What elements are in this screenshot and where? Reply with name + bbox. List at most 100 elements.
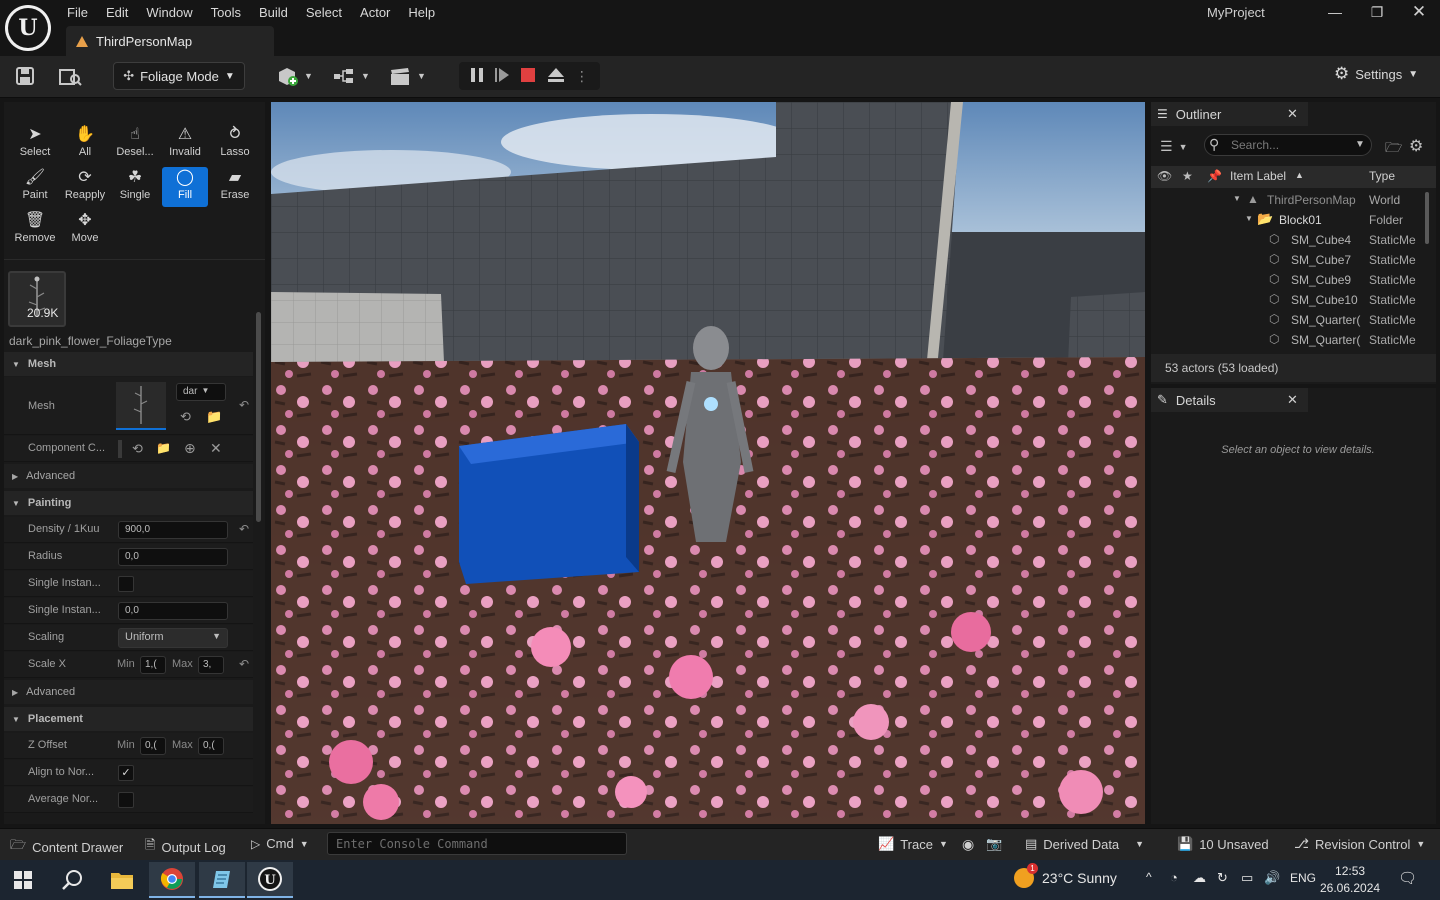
star-icon[interactable]: ★ [1182, 169, 1193, 183]
close-details-icon[interactable]: ✕ [1287, 392, 1298, 408]
unsaved-button[interactable]: 💾 10 Unsaved [1177, 836, 1269, 852]
restore-icon[interactable]: ❐ [1356, 2, 1398, 24]
details-scrollbar[interactable] [256, 312, 261, 522]
chevron-down-icon[interactable]: ▼ [1355, 139, 1365, 150]
tree-row[interactable]: ▼ ▲ ThirdPersonMap World [1151, 190, 1421, 210]
settings-button[interactable]: ⚙ Settings ▼ [1334, 64, 1418, 84]
notepad-icon[interactable] [199, 862, 245, 898]
minimize-icon[interactable]: — [1314, 2, 1356, 24]
zoffset-max-input[interactable]: 0,( [198, 737, 224, 755]
scale-min-input[interactable]: 1,( [140, 656, 166, 674]
pause-icon[interactable] [470, 67, 484, 86]
tool-invalid[interactable]: ⚠ Invalid [162, 124, 208, 164]
tool-lasso[interactable]: ⥁ Lasso [212, 124, 258, 164]
add-folder-icon[interactable]: 🗁 [1385, 137, 1402, 161]
tree-row[interactable]: ⬡ SM_Cube4 StaticMe [1151, 230, 1421, 250]
unreal-engine-icon[interactable]: U [247, 862, 293, 898]
tool-deselect[interactable]: ☝ Desel... [112, 124, 158, 164]
col-type[interactable]: Type [1369, 169, 1395, 183]
clock[interactable]: 12:53 26.06.2024 [1320, 863, 1380, 897]
menu-select[interactable]: Select [297, 1, 351, 24]
tool-remove[interactable]: 🗑 Remove [12, 210, 58, 250]
close-outliner-icon[interactable]: ✕ [1287, 106, 1298, 122]
volume-icon[interactable]: 🔊 [1264, 870, 1280, 886]
tool-paint[interactable]: 🖌 Paint [12, 167, 58, 207]
radius-input[interactable]: 0,0 [118, 548, 228, 566]
menu-tools[interactable]: Tools [202, 1, 250, 24]
tree-row[interactable]: ⬡ SM_Cube10 StaticMe [1151, 290, 1421, 310]
stop-icon[interactable] [520, 67, 536, 86]
single-instance-input[interactable]: 0,0 [118, 602, 228, 620]
cinematics-button[interactable]: ▼ [389, 66, 426, 86]
blueprint-button[interactable]: ▼ [333, 66, 370, 86]
section-mesh[interactable]: ▼ Mesh [4, 352, 253, 376]
tree-row[interactable]: ▼ 📂 Block01 Folder [1151, 210, 1421, 230]
record-icon[interactable]: ◉ [962, 836, 974, 853]
revision-control-dropdown[interactable]: ⎇ Revision Control ▼ [1294, 836, 1425, 852]
menu-edit[interactable]: Edit [97, 1, 137, 24]
single-instance-checkbox[interactable] [118, 576, 134, 592]
notifications-icon[interactable]: 🗨 [1398, 869, 1417, 887]
menu-actor[interactable]: Actor [351, 1, 399, 24]
windows-start-icon[interactable] [0, 862, 46, 898]
filter-button[interactable]: ☰ ▼ [1160, 138, 1187, 155]
screenshot-icon[interactable]: 📷 [986, 836, 1002, 852]
derived-data-dropdown[interactable]: ▤ Derived Data ▼ [1025, 836, 1144, 852]
content-drawer-button[interactable]: 🗁 Content Drawer [10, 836, 123, 858]
save-icon[interactable] [15, 66, 35, 89]
average-normal-checkbox[interactable] [118, 792, 134, 808]
revert-icon[interactable]: ↶ [239, 398, 249, 412]
output-log-button[interactable]: 🗎 Output Log [145, 836, 226, 858]
use-selected-icon[interactable]: ⟲ [132, 441, 143, 457]
weather-widget[interactable]: 1 23°C Sunny [1014, 863, 1117, 888]
pin-icon[interactable]: 📌 [1207, 169, 1222, 183]
mesh-thumbnail[interactable] [116, 382, 166, 430]
mode-dropdown[interactable]: ✣ Foliage Mode ▼ [113, 62, 245, 90]
unreal-logo-icon[interactable]: U [5, 5, 51, 51]
tool-fill[interactable]: ◯ Fill [162, 167, 208, 207]
close-icon[interactable]: ✕ [1398, 2, 1440, 24]
more-options-icon[interactable]: ⋮ [575, 68, 589, 85]
tool-erase[interactable]: ▰ Erase [212, 167, 258, 207]
console-input[interactable]: Enter Console Command [327, 832, 627, 855]
mesh-dropdown[interactable]: dar ▼ [176, 383, 226, 401]
eject-icon[interactable] [547, 67, 565, 86]
revert-icon[interactable]: ↶ [239, 522, 249, 536]
density-input[interactable]: 900,0 [118, 521, 228, 539]
section-advanced[interactable]: ▶ Advanced [4, 464, 253, 488]
menu-help[interactable]: Help [399, 1, 444, 24]
browse-icon[interactable]: 📁 [156, 441, 171, 455]
add-icon[interactable]: ⊕ [184, 440, 196, 457]
tray-app-icon[interactable]: ◔ [1170, 870, 1178, 885]
tab-details[interactable]: ✎ Details [1151, 388, 1308, 412]
tree-row[interactable]: ⬡ SM_Cube9 StaticMe [1151, 270, 1421, 290]
language-indicator[interactable]: ENG [1290, 871, 1316, 885]
trace-dropdown[interactable]: 📈 Trace ▼ [878, 836, 948, 852]
step-forward-icon[interactable] [494, 67, 510, 86]
use-selected-icon[interactable]: ⟲ [180, 409, 191, 425]
tool-select[interactable]: ➤ Select [12, 124, 58, 164]
clear-icon[interactable]: ✕ [210, 440, 222, 457]
tool-reapply[interactable]: ⟳ Reapply [62, 167, 108, 207]
network-icon[interactable]: ▭ [1241, 870, 1253, 886]
scaling-dropdown[interactable]: Uniform ▼ [118, 628, 228, 648]
align-to-normal-checkbox[interactable]: ✓ [118, 765, 134, 781]
level-viewport[interactable] [271, 102, 1145, 824]
gear-icon[interactable]: ⚙ [1409, 136, 1423, 156]
chrome-icon[interactable] [149, 862, 195, 898]
tool-all[interactable]: ✋ All [62, 124, 108, 164]
scale-max-input[interactable]: 3, [198, 656, 224, 674]
menu-file[interactable]: File [58, 1, 97, 24]
browse-icon[interactable]: 📁 [206, 409, 222, 425]
tree-row[interactable]: ⬡ SM_Quarter( StaticMe [1151, 330, 1421, 350]
zoffset-min-input[interactable]: 0,( [140, 737, 166, 755]
file-explorer-icon[interactable] [99, 862, 145, 898]
menu-build[interactable]: Build [250, 1, 297, 24]
tray-chevron-up-icon[interactable]: ^ [1146, 870, 1152, 884]
col-item-label[interactable]: Item Label [1230, 169, 1286, 183]
section-painting[interactable]: ▼ Painting [4, 491, 253, 515]
cmd-dropdown[interactable]: ▷ Cmd ▼ [251, 836, 309, 851]
eye-icon[interactable]: 👁 [1157, 169, 1172, 183]
add-actor-button[interactable]: ▼ [276, 66, 313, 86]
tree-row[interactable]: ⬡ SM_Cube7 StaticMe [1151, 250, 1421, 270]
